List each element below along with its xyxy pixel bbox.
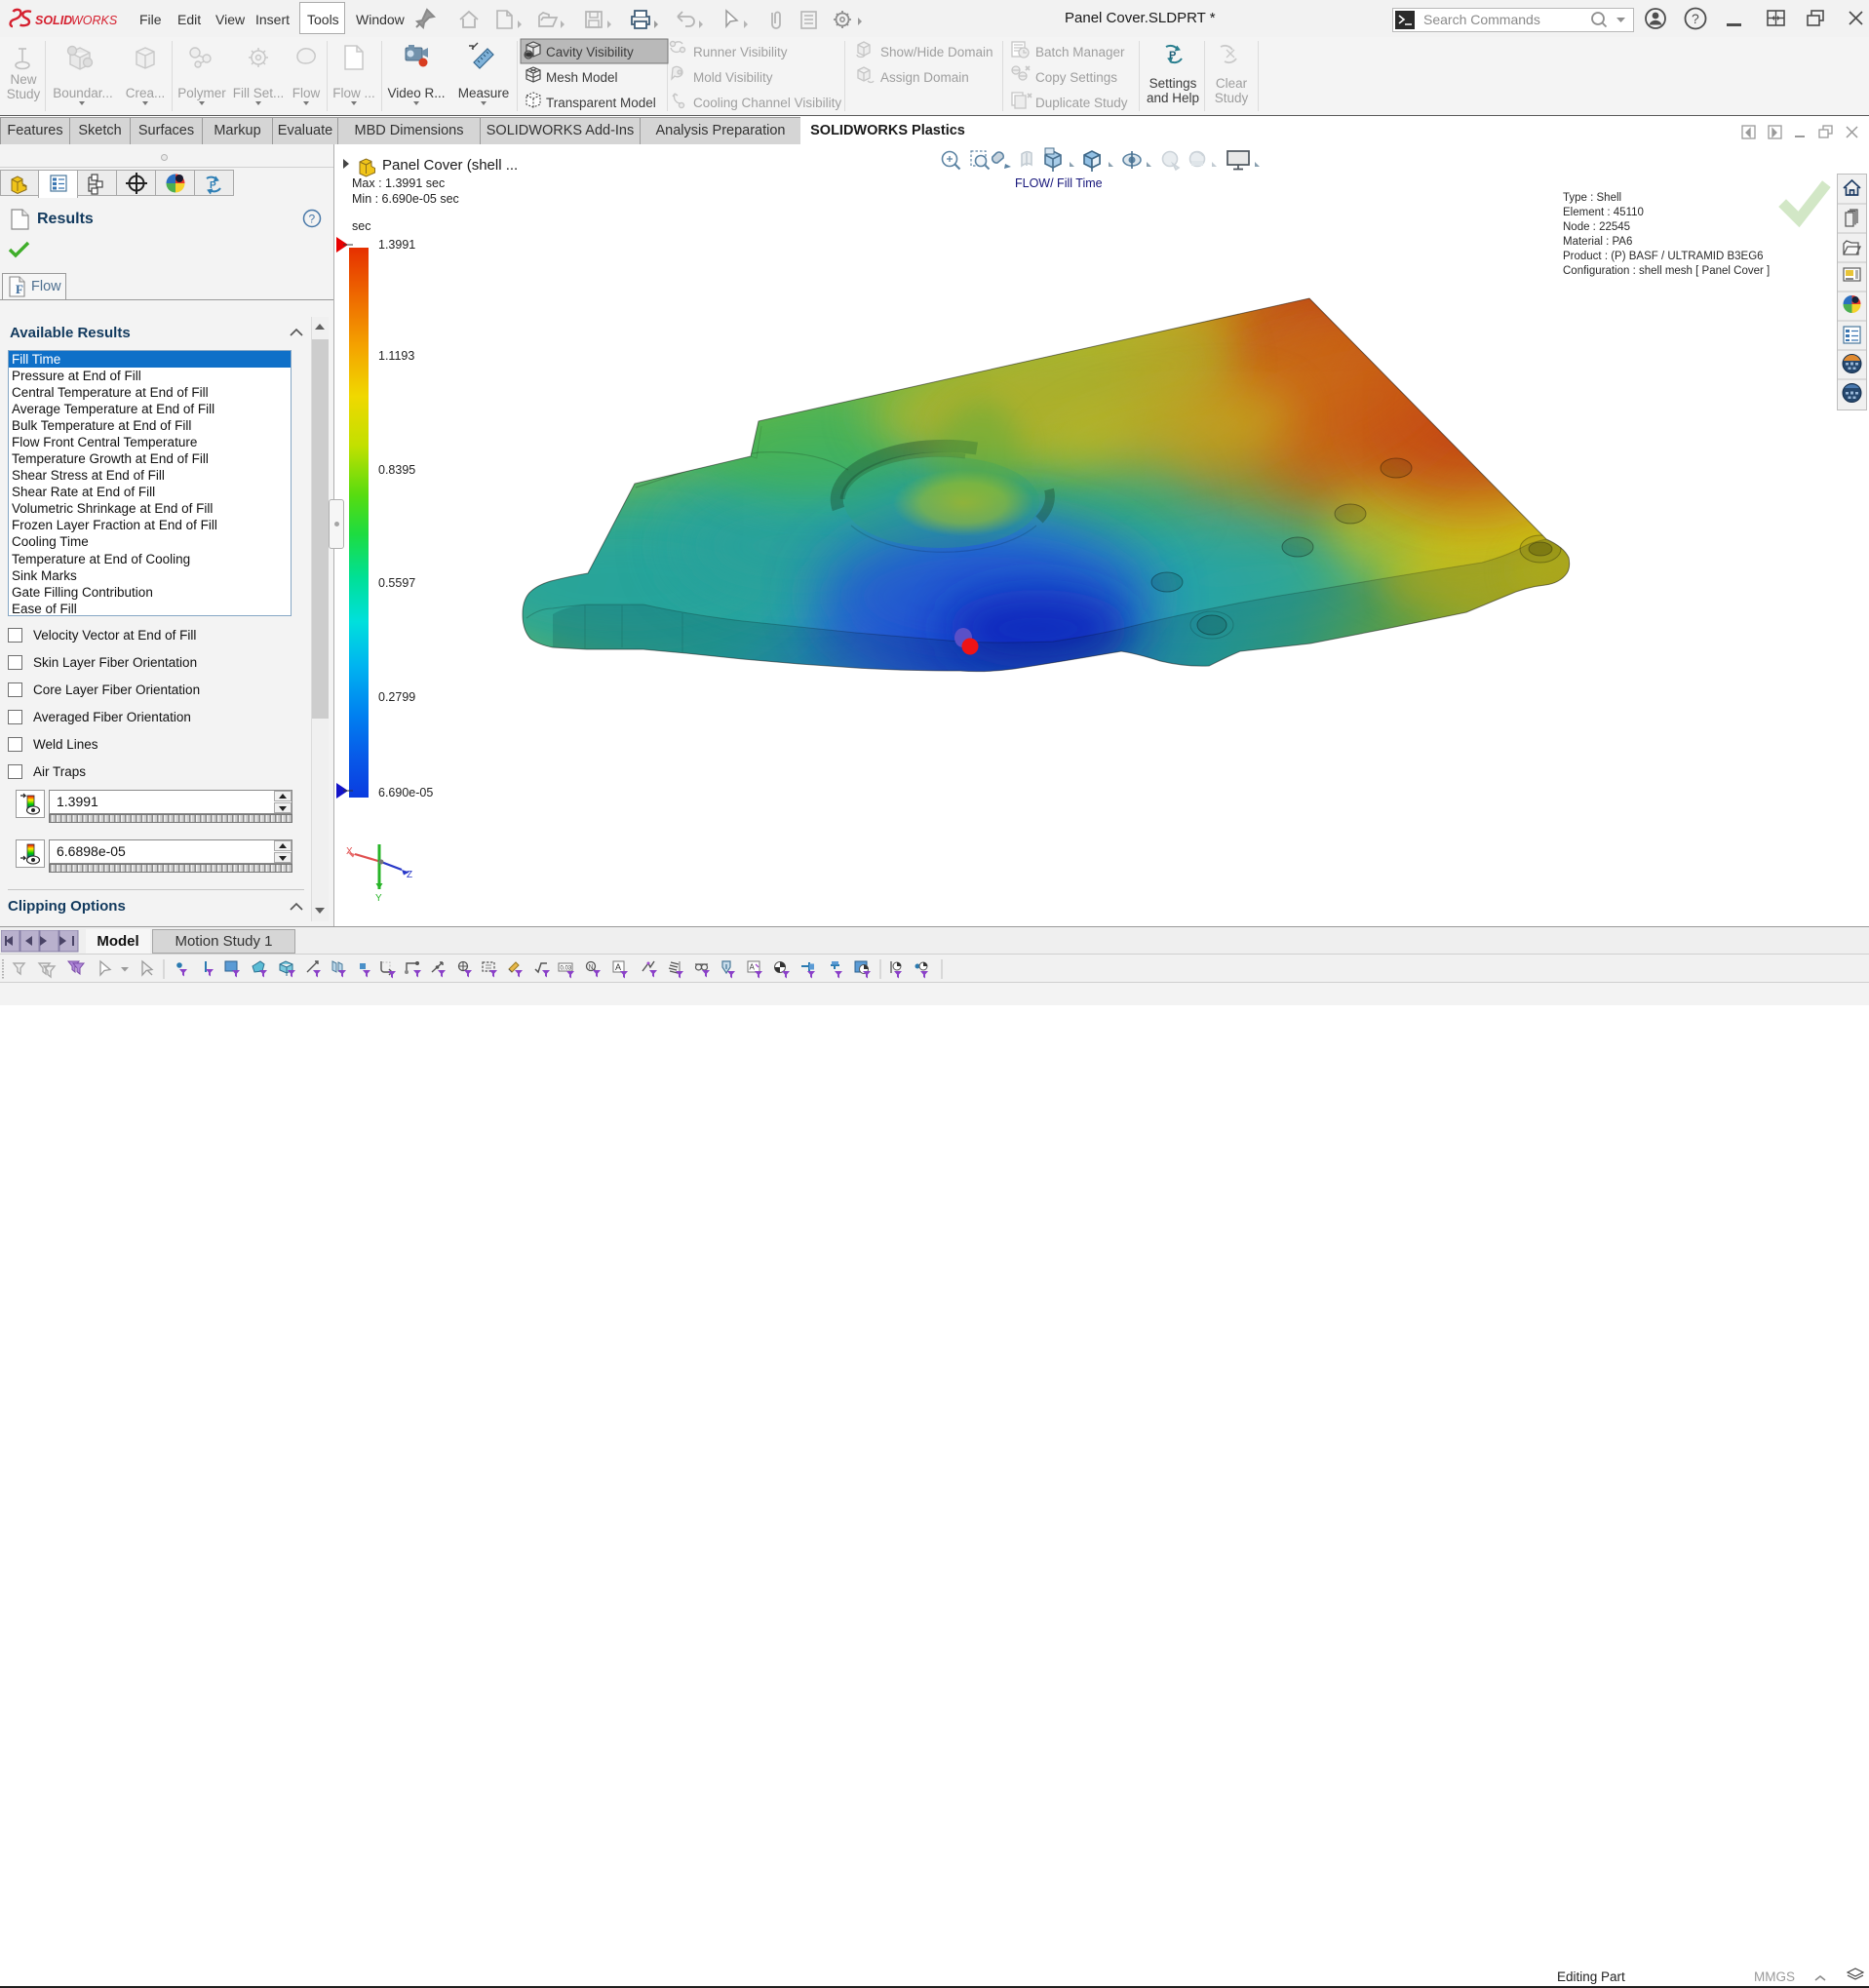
svg-text:SOLID: SOLID [35, 14, 72, 27]
svg-text:Y: Y [375, 893, 382, 904]
svg-text:0.03: 0.03 [561, 966, 572, 972]
svg-text:A: A [615, 962, 621, 972]
svg-text:0.5597: 0.5597 [378, 576, 415, 590]
svg-text:Max : 1.3991 sec: Max : 1.3991 sec [352, 176, 445, 190]
svg-text:?: ? [1692, 11, 1699, 26]
svg-text:0.2799: 0.2799 [378, 690, 415, 704]
svg-text:?: ? [309, 213, 316, 226]
svg-text:A: A [750, 963, 756, 972]
svg-text:Configuration : shell mesh [ P: Configuration : shell mesh [ Panel Cover… [1563, 265, 1770, 277]
svg-text:0.8395: 0.8395 [378, 463, 415, 477]
svg-text:6.690e-05: 6.690e-05 [378, 786, 433, 799]
svg-text:Panel Cover (shell ...: Panel Cover (shell ... [382, 157, 518, 174]
svg-text:Product : (P) BASF / ULTRAM: Product : (P) BASF / ULTRAMID B3EG6 [1563, 251, 1764, 262]
svg-text:WORKS: WORKS [71, 14, 118, 27]
svg-text:Node : 22545: Node : 22545 [1563, 221, 1630, 233]
svg-text:F: F [16, 282, 23, 296]
svg-text:1.1193: 1.1193 [378, 349, 414, 363]
svg-text:N: N [589, 964, 594, 971]
svg-text:1.3991: 1.3991 [378, 238, 415, 252]
svg-text:P: P [1169, 50, 1176, 61]
svg-text:X: X [346, 846, 353, 857]
svg-text:Type : Shell: Type : Shell [1563, 192, 1621, 204]
svg-text:P: P [210, 180, 216, 191]
svg-text:sec: sec [352, 219, 370, 233]
svg-text:FLOW/ Fill Time: FLOW/ Fill Time [1015, 176, 1103, 190]
svg-text:Z: Z [407, 870, 412, 880]
svg-text:Min : 6.690e-05 sec: Min : 6.690e-05 sec [352, 192, 459, 206]
svg-text:Element : 45110: Element : 45110 [1563, 207, 1644, 218]
svg-text:Material : PA6: Material : PA6 [1563, 236, 1632, 248]
